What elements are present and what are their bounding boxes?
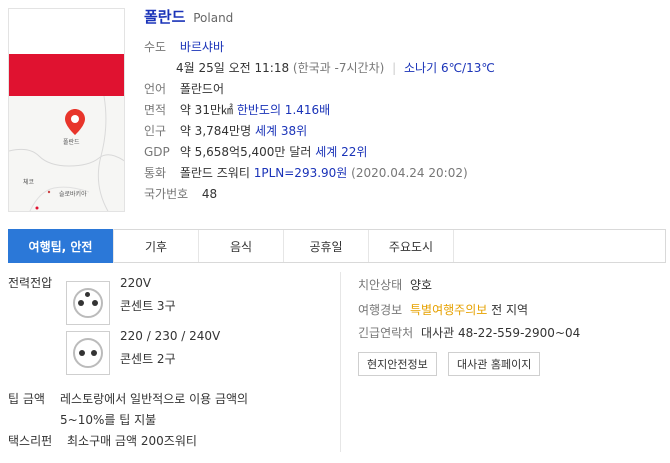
country-title: 폴란드 Poland	[144, 6, 233, 27]
tab-holidays[interactable]: 공휴일	[284, 230, 369, 262]
map-label-czech: 체코	[23, 179, 35, 186]
contact-key: 긴급연락처	[358, 326, 414, 340]
map-label-slovakia: 슬로바키아	[59, 191, 87, 198]
currency-key: 통화	[144, 166, 167, 180]
tab-climate[interactable]: 기후	[114, 230, 199, 262]
embassy-homepage-button[interactable]: 대사관 홈페이지	[448, 352, 541, 376]
tip-line1: 레스토랑에서 일반적으로 이용 금액의	[60, 392, 249, 406]
contact-row: 긴급연락처 대사관 48-22-559-2900~04	[358, 324, 580, 341]
time-row: 4월 25일 오전 11:18 (한국과 -7시간차) | 소나기 6℃/13℃	[176, 59, 495, 76]
calling-code-key: 국가번호	[144, 187, 189, 201]
tax-refund-value: 최소구매 금액 200즈워티	[67, 434, 197, 448]
language-row: 언어 폴란드어	[144, 80, 224, 97]
population-row: 인구 약 3,784만명 세계 38위	[144, 122, 307, 139]
area-key: 면적	[144, 103, 167, 117]
area-value: 약 31만㎢	[179, 103, 233, 117]
column-divider	[340, 272, 341, 452]
socket-type-e-icon	[66, 281, 110, 325]
voltage-key: 전력전압	[8, 276, 53, 290]
tab-food[interactable]: 음식	[199, 230, 284, 262]
currency-row: 통화 폴란드 즈워티 1PLN=293.90원 (2020.04.24 20:0…	[144, 164, 468, 181]
currency-date: (2020.04.24 20:02)	[351, 166, 468, 180]
location-pin-icon	[65, 109, 85, 135]
local-safety-button[interactable]: 현지안전정보	[358, 352, 437, 376]
capital-row: 수도 바르샤바	[144, 38, 224, 55]
currency-value: 폴란드 즈워티	[179, 166, 250, 180]
tip-line2: 5~10%를 팁 지불	[60, 413, 157, 427]
gdp-value: 약 5,658억5,400만 달러	[179, 145, 312, 159]
tax-refund-key: 택스리펀	[8, 434, 53, 448]
area-compare-link[interactable]: 한반도의 1.416배	[237, 103, 330, 117]
alert-level-link[interactable]: 특별여행주의보	[410, 303, 487, 317]
calling-code-row: 국가번호 48	[144, 185, 217, 202]
capital-value[interactable]: 바르샤바	[180, 40, 224, 54]
socket1-desc: 콘센트 3구	[120, 299, 176, 313]
capital-key: 수도	[144, 40, 167, 54]
contact-value: 대사관 48-22-559-2900~04	[421, 326, 581, 340]
population-value: 약 3,784만명	[179, 124, 252, 138]
language-key: 언어	[144, 82, 167, 96]
country-map[interactable]: 폴란드 체코 슬로바키아	[8, 8, 125, 212]
info-tabs: 여행팁, 안전 기후 음식 공휴일 주요도시	[8, 229, 666, 263]
area-row: 면적 약 31만㎢ 한반도의 1.416배	[144, 101, 330, 118]
calling-code-value: 48	[201, 187, 218, 201]
gdp-rank-link[interactable]: 세계 22위	[315, 145, 367, 159]
tab-travel-safety[interactable]: 여행팁, 안전	[8, 229, 114, 263]
socket2-desc: 콘센트 2구	[120, 352, 176, 366]
population-rank-link[interactable]: 세계 38위	[255, 124, 307, 138]
population-key: 인구	[144, 124, 167, 138]
country-name-en: Poland	[193, 11, 234, 25]
flag-red-band	[9, 54, 124, 96]
socket-type-c-icon	[66, 331, 110, 375]
language-value: 폴란드어	[179, 82, 224, 96]
map-label-poland: 폴란드	[63, 139, 80, 146]
gdp-row: GDP 약 5,658억5,400만 달러 세계 22위	[144, 143, 367, 160]
divider: |	[392, 61, 397, 75]
local-time: 4월 25일 오전 11:18	[176, 61, 290, 75]
socket2-voltage: 220 / 230 / 240V	[120, 329, 221, 343]
currency-rate-link[interactable]: 1PLN=293.90원	[254, 166, 348, 180]
security-key: 치안상태	[358, 278, 403, 292]
alert-row: 여행경보 특별여행주의보 전 지역	[358, 301, 528, 318]
security-row: 치안상태 양호	[358, 276, 432, 293]
flag-white-band	[9, 9, 124, 54]
weather-link[interactable]: 소나기 6℃/13℃	[404, 61, 495, 75]
alert-area: 전 지역	[491, 303, 529, 317]
alert-key: 여행경보	[358, 303, 403, 317]
tab-major-cities[interactable]: 주요도시	[369, 230, 454, 262]
socket1-voltage: 220V	[120, 276, 152, 290]
country-name-ko[interactable]: 폴란드	[144, 8, 185, 26]
gdp-key: GDP	[144, 145, 170, 159]
tip-key: 팁 금액	[8, 392, 45, 406]
time-difference: (한국과 -7시간차)	[292, 61, 385, 75]
security-value: 양호	[410, 278, 433, 292]
